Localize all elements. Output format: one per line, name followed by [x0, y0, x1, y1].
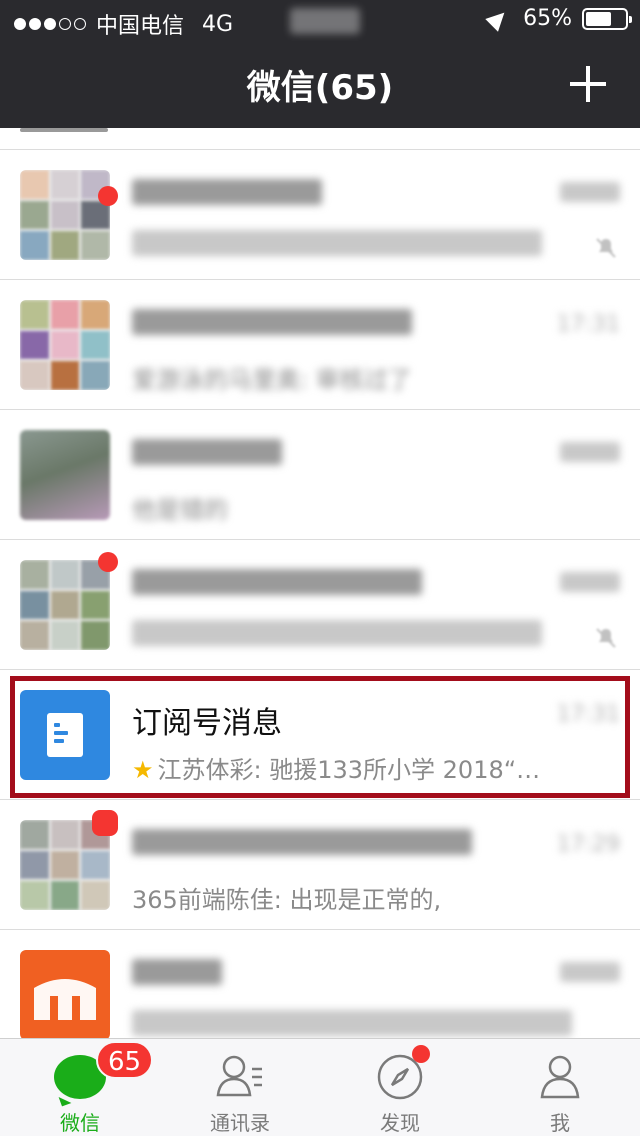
page-title: 微信(65) [246, 68, 394, 108]
tab-label: 我 [550, 1111, 570, 1135]
chat-row[interactable]: 他是错的 [0, 410, 640, 540]
chat-name [132, 568, 422, 603]
chat-preview: 365前端陈佳: 出现是正常的, [132, 886, 442, 914]
chat-row[interactable]: 365前端陈佳: 出现是正常的, 17:29 [0, 800, 640, 930]
chat-preview: ★ 江苏体彩: 驰援133所小学 2018“… [132, 756, 541, 784]
tab-label: 发现 [380, 1111, 420, 1135]
chat-row[interactable] [0, 540, 640, 670]
chat-row[interactable]: 爱游泳的马里奥: 审核过了 17:31 [0, 280, 640, 410]
document-icon [47, 713, 83, 757]
network-type: 4G [202, 11, 234, 37]
chat-preview: 爱游泳的马里奥: 审核过了 [132, 366, 412, 394]
subscription-messages-row[interactable]: 订阅号消息 ★ 江苏体彩: 驰援133所小学 2018“… 17:31 [0, 670, 640, 800]
subscription-avatar [20, 690, 110, 780]
chat-preview: 他是错的 [132, 496, 228, 524]
chat-time [560, 442, 620, 468]
top-bar: 中国电信 4G 65% 微信(65) [0, 0, 640, 128]
contacts-icon [214, 1051, 266, 1103]
star-icon: ★ [132, 756, 154, 784]
chat-name [132, 178, 322, 213]
chat-name [132, 308, 412, 343]
mute-icon [594, 626, 618, 650]
chat-list[interactable]: 爱游泳的马里奥: 审核过了 17:31 他是错的 订阅号消息 ★ 江苏体彩: 驰… [0, 128, 640, 1038]
status-right: 65% [485, 5, 632, 32]
chat-row[interactable] [0, 150, 640, 280]
mute-icon [594, 236, 618, 260]
tab-contacts[interactable]: 通讯录 [160, 1039, 320, 1136]
tab-bar: 65 微信 通讯录 发现 我 [0, 1038, 640, 1136]
carrier-name: 中国电信 [96, 14, 185, 39]
new-dot [412, 1045, 430, 1063]
chat-row-partial [0, 128, 640, 150]
tab-me[interactable]: 我 [480, 1039, 640, 1136]
unread-dot [98, 552, 118, 572]
chat-time: 17:31 [556, 312, 620, 337]
chat-time [560, 572, 620, 598]
chat-time [560, 962, 620, 988]
chat-name [132, 828, 472, 863]
carrier-info: 中国电信 4G [14, 8, 233, 40]
tab-label: 微信 [60, 1111, 100, 1135]
chat-time: 17:29 [556, 832, 620, 857]
group-avatar [20, 300, 110, 390]
chat-preview [132, 1010, 572, 1038]
status-bar: 中国电信 4G 65% [0, 0, 640, 42]
chat-row[interactable] [0, 930, 640, 1038]
location-icon [485, 5, 511, 32]
unread-count-badge: 65 [96, 1041, 154, 1079]
battery-icon [582, 7, 632, 30]
official-avatar [20, 950, 110, 1038]
chat-time [560, 182, 620, 208]
tab-chats[interactable]: 65 微信 [0, 1039, 160, 1136]
battery-percent: 65% [523, 6, 572, 31]
tab-discover[interactable]: 发现 [320, 1039, 480, 1136]
contact-avatar [20, 430, 110, 520]
unread-dot [98, 186, 118, 206]
person-icon [534, 1051, 586, 1103]
unread-badge [92, 810, 118, 836]
status-time-blurred [290, 8, 360, 34]
chat-name [132, 958, 222, 993]
add-plus-icon[interactable] [570, 66, 606, 102]
group-avatar [20, 170, 110, 260]
signal-icon [14, 18, 86, 30]
chat-time: 17:31 [556, 702, 620, 727]
chat-preview [132, 620, 542, 652]
chat-name: 订阅号消息 [132, 706, 282, 741]
group-avatar [20, 560, 110, 650]
chat-preview [132, 230, 542, 262]
tab-label: 通讯录 [210, 1111, 270, 1135]
chat-name [132, 438, 282, 473]
